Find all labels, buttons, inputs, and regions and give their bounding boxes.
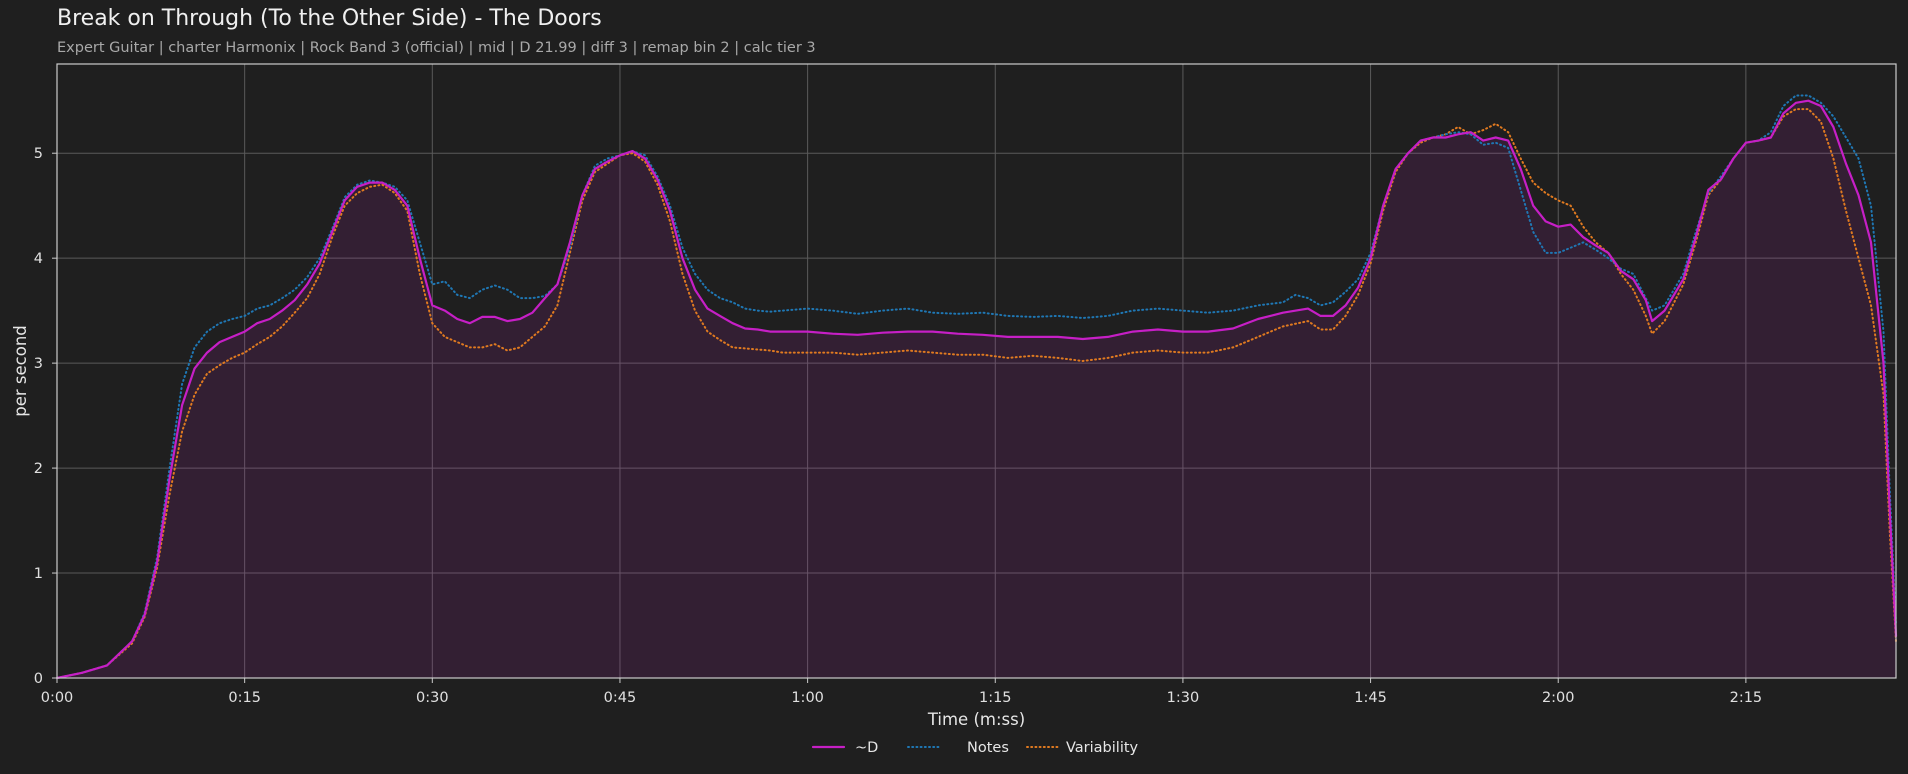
x-tick-label: 2:00 <box>1542 690 1575 706</box>
chart-svg: 0:00 0:15 0:30 0:45 1:00 1:15 1:30 1:45 2:00 2:15… <box>11 63 1898 756</box>
x-tick-label: 0:30 <box>416 690 449 706</box>
y-tick-label: 5 <box>34 146 43 162</box>
y-tick-label: 1 <box>34 566 43 582</box>
x-tick-label: 1:45 <box>1354 690 1387 706</box>
x-axis-label: Time (m:ss) <box>927 710 1025 729</box>
x-tick-label: 2:15 <box>1730 690 1763 706</box>
y-tick-label: 4 <box>34 251 43 267</box>
y-axis: 0 1 2 3 4 5 <box>34 146 57 687</box>
y-tick-label: 0 <box>34 671 43 687</box>
x-axis: 0:00 0:15 0:30 0:45 1:00 1:15 1:30 1:45 2:00 2:15 <box>41 678 1762 706</box>
legend: ~D Notes Variability <box>811 740 1139 756</box>
x-tick-label: 0:45 <box>604 690 637 706</box>
y-tick-label: 3 <box>34 356 43 372</box>
x-tick-label: 1:00 <box>791 690 824 706</box>
legend-label-variability: Variability <box>1066 740 1139 756</box>
x-tick-label: 0:00 <box>41 690 74 706</box>
legend-label-d: ~D <box>855 740 878 756</box>
d-area-fill <box>57 100 1896 678</box>
x-tick-label: 1:30 <box>1167 690 1200 706</box>
y-tick-label: 2 <box>34 461 43 477</box>
legend-label-notes: Notes <box>967 740 1009 756</box>
y-axis-label: per second <box>11 325 30 417</box>
x-tick-label: 0:15 <box>228 690 261 706</box>
x-tick-label: 1:15 <box>979 690 1012 706</box>
area-fill <box>57 100 1896 678</box>
